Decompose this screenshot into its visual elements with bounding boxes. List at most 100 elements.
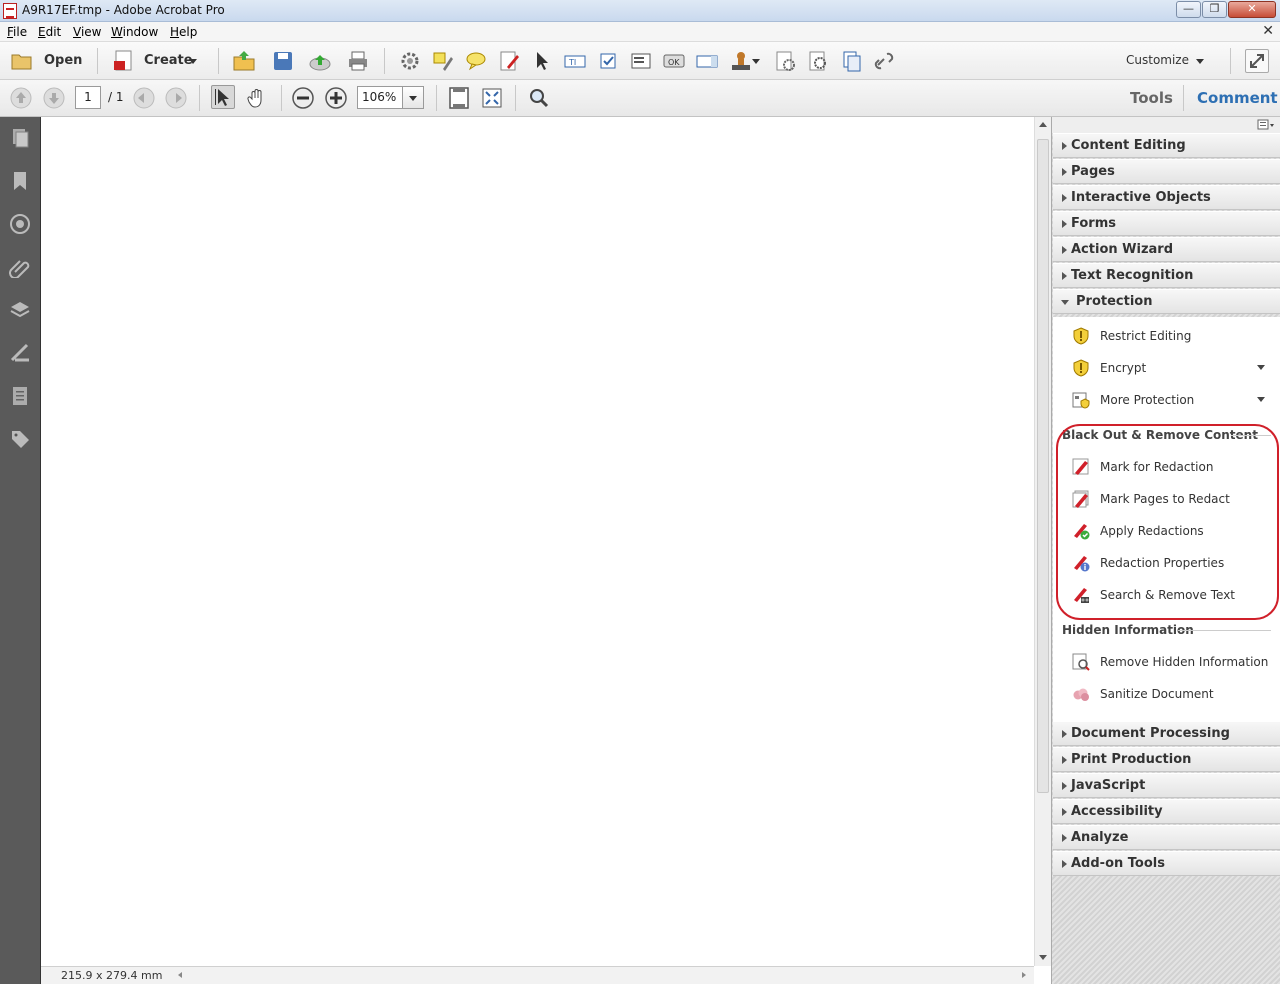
- zoom-out-button[interactable]: [291, 86, 315, 110]
- zoom-in-button[interactable]: [324, 86, 348, 110]
- section-action-wizard[interactable]: Action Wizard: [1053, 237, 1280, 262]
- section-print-production[interactable]: Print Production: [1053, 747, 1280, 772]
- customize-label[interactable]: Customize: [1126, 53, 1189, 67]
- restrict-editing-item[interactable]: Restrict Editing: [1053, 323, 1280, 349]
- combine-files-button[interactable]: [840, 49, 864, 73]
- mark-for-redaction-item[interactable]: Mark for Redaction: [1053, 454, 1280, 480]
- highlight-tool-button[interactable]: [431, 49, 455, 73]
- article-pages-icon[interactable]: [9, 385, 31, 407]
- print-button[interactable]: [346, 49, 370, 73]
- section-interactive-objects[interactable]: Interactive Objects: [1053, 185, 1280, 210]
- sign-pen-icon: [500, 51, 519, 71]
- section-text-recognition[interactable]: Text Recognition: [1053, 263, 1280, 288]
- batch-process-button[interactable]: [806, 49, 830, 73]
- minimize-button[interactable]: —: [1176, 1, 1201, 18]
- section-add-on-tools[interactable]: Add-on Tools: [1053, 851, 1280, 876]
- button-tool-button[interactable]: OK: [662, 49, 686, 73]
- link-tool-button[interactable]: [872, 49, 896, 73]
- more-protection-item[interactable]: More Protection: [1053, 387, 1280, 413]
- redaction-properties-item[interactable]: Redaction Properties: [1053, 550, 1280, 576]
- tools-tab[interactable]: Tools: [1130, 89, 1173, 107]
- menu-help[interactable]: Help: [170, 25, 197, 39]
- panel-options-icon[interactable]: [1257, 119, 1275, 131]
- text-field-button[interactable]: TI: [563, 49, 587, 73]
- expand-view-button[interactable]: [1245, 49, 1269, 73]
- signatures-icon[interactable]: [9, 213, 31, 235]
- zoom-forward-button[interactable]: [164, 86, 188, 110]
- create-button[interactable]: [112, 49, 136, 73]
- vertical-scrollbar[interactable]: [1034, 117, 1051, 966]
- open-button[interactable]: [10, 49, 34, 73]
- list-box-button[interactable]: [629, 49, 653, 73]
- combo-box-button[interactable]: [695, 49, 719, 73]
- menu-edit[interactable]: Edit: [38, 25, 61, 39]
- expand-arrow-icon: [1062, 194, 1067, 202]
- find-button[interactable]: [527, 86, 551, 110]
- section-forms[interactable]: Forms: [1053, 211, 1280, 236]
- zoom-dropdown-button[interactable]: [402, 86, 424, 109]
- open-label[interactable]: Open: [44, 53, 82, 68]
- select-tool-button[interactable]: [211, 85, 235, 109]
- full-screen-button[interactable]: [480, 86, 504, 110]
- scroll-down-icon[interactable]: [1039, 955, 1047, 960]
- sticky-note-button[interactable]: [464, 49, 488, 73]
- section-document-processing[interactable]: Document Processing: [1053, 721, 1280, 746]
- next-page-button[interactable]: [42, 86, 66, 110]
- page-number-input[interactable]: 1: [75, 86, 101, 109]
- menu-file[interactable]: File: [7, 25, 27, 39]
- content-icon[interactable]: [9, 342, 31, 364]
- encrypt-dropdown-icon[interactable]: [1257, 365, 1265, 370]
- fit-page-button[interactable]: [447, 86, 471, 110]
- settings-tool-button[interactable]: [398, 49, 422, 73]
- customize-dropdown-icon[interactable]: [1196, 59, 1204, 64]
- zoom-back-button[interactable]: [132, 86, 156, 110]
- upload-cloud-button[interactable]: [308, 49, 332, 73]
- section-analyze[interactable]: Analyze: [1053, 825, 1280, 850]
- sanitize-document-item[interactable]: Sanitize Document: [1053, 681, 1280, 707]
- mark-pages-to-redact-item[interactable]: Mark Pages to Redact: [1053, 486, 1280, 512]
- stamp-dropdown-icon[interactable]: [752, 59, 760, 64]
- checkbox-tool-button[interactable]: [596, 49, 620, 73]
- menu-window[interactable]: Window: [111, 25, 158, 39]
- close-window-button[interactable]: ✕: [1228, 1, 1276, 18]
- arrow-pointer-icon: [537, 52, 548, 70]
- expand-arrow-icon: [1062, 730, 1067, 738]
- save-button[interactable]: [271, 49, 295, 73]
- section-javascript[interactable]: JavaScript: [1053, 773, 1280, 798]
- gear-icon: [401, 52, 419, 70]
- apply-redactions-item[interactable]: Apply Redactions: [1053, 518, 1280, 544]
- comment-tab[interactable]: Comment: [1197, 89, 1278, 107]
- section-protection[interactable]: Protection: [1053, 289, 1280, 314]
- hscroll-left-icon[interactable]: [178, 972, 182, 978]
- menu-view[interactable]: View: [73, 25, 101, 39]
- page-thumbnails-icon[interactable]: [9, 127, 31, 149]
- hscroll-right-icon[interactable]: [1022, 972, 1026, 978]
- section-content-editing[interactable]: Content Editing: [1053, 133, 1280, 158]
- document-page[interactable]: [41, 117, 1034, 966]
- section-pages[interactable]: Pages: [1053, 159, 1280, 184]
- open-folder-button[interactable]: [232, 49, 256, 73]
- search-remove-text-item[interactable]: Search & Remove Text: [1053, 582, 1280, 608]
- previous-page-button[interactable]: [9, 86, 33, 110]
- sign-document-button[interactable]: [497, 49, 521, 73]
- more-protection-dropdown-icon[interactable]: [1257, 397, 1265, 402]
- create-dropdown-icon[interactable]: [189, 59, 197, 64]
- section-accessibility[interactable]: Accessibility: [1053, 799, 1280, 824]
- layers-icon[interactable]: [9, 299, 31, 321]
- attachments-icon[interactable]: [9, 256, 31, 278]
- scrollbar-thumb[interactable]: [1037, 139, 1049, 793]
- create-label[interactable]: Create: [144, 53, 193, 68]
- bookmarks-icon[interactable]: [9, 170, 31, 192]
- encrypt-item[interactable]: Encrypt: [1053, 355, 1280, 381]
- select-object-button[interactable]: [530, 49, 554, 73]
- stamp-button[interactable]: [729, 49, 753, 73]
- hand-tool-button[interactable]: [245, 86, 269, 110]
- zoom-level-input[interactable]: 106%: [357, 86, 403, 109]
- scroll-up-icon[interactable]: [1039, 122, 1047, 127]
- tags-icon[interactable]: [9, 428, 31, 450]
- close-document-icon[interactable]: ✕: [1262, 23, 1274, 39]
- document-settings-button[interactable]: [773, 49, 797, 73]
- remove-hidden-information-item[interactable]: Remove Hidden Information: [1053, 649, 1280, 675]
- stamp-icon: [732, 52, 750, 70]
- maximize-button[interactable]: ❐: [1202, 1, 1227, 18]
